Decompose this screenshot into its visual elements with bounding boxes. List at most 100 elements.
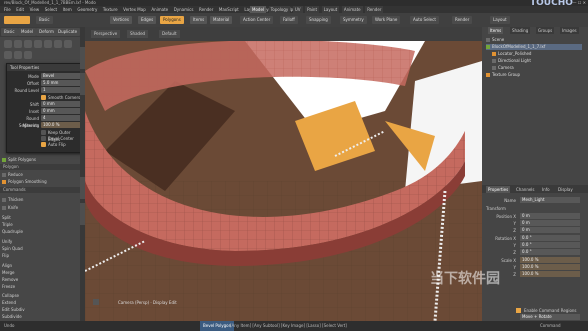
- extrude-icon[interactable]: [4, 40, 12, 48]
- symmetry-button[interactable]: Symmetry: [340, 16, 367, 24]
- menu-dynamics[interactable]: Dynamics: [174, 6, 194, 13]
- menu-view[interactable]: View: [30, 6, 40, 13]
- command-item[interactable]: Triple: [2, 221, 78, 228]
- auto-flip-checkbox[interactable]: [41, 142, 46, 147]
- list-item[interactable]: Split Polygons: [2, 156, 78, 163]
- list-item[interactable]: Reduce: [2, 171, 78, 178]
- smooth-corners-checkbox[interactable]: [41, 95, 46, 100]
- menu-edit[interactable]: Edit: [16, 6, 24, 13]
- layout-tab-render[interactable]: Render: [365, 6, 384, 13]
- layout-tab-topology[interactable]: Topology: [268, 6, 291, 13]
- snapping-button[interactable]: Snapping: [306, 16, 331, 24]
- command-item[interactable]: Freeze: [2, 283, 78, 290]
- knife-icon[interactable]: [64, 40, 72, 48]
- polygons-button[interactable]: Polygons: [160, 16, 184, 24]
- commands-section-header[interactable]: Commands: [0, 187, 80, 193]
- tree-item[interactable]: Locator_Polished: [486, 51, 588, 57]
- edges-button[interactable]: Edges: [138, 16, 157, 24]
- prop-field[interactable]: 0 m: [520, 227, 580, 233]
- command-regions-checkbox[interactable]: [516, 308, 521, 313]
- left-tab-basic[interactable]: Basic: [1, 28, 18, 36]
- status-right[interactable]: Command: [540, 321, 561, 331]
- select-mode-icon[interactable]: [4, 16, 30, 24]
- prop-field[interactable]: 100.0 %: [520, 257, 580, 263]
- list-item[interactable]: Polygon Smoothing: [2, 178, 78, 185]
- menu-render[interactable]: Render: [199, 6, 213, 13]
- prop-field[interactable]: 0.0 °: [520, 235, 580, 241]
- action-center-button[interactable]: Action Center: [240, 16, 274, 24]
- command-item[interactable]: Collapse: [2, 292, 78, 299]
- command-item[interactable]: Flip: [2, 252, 78, 259]
- tree-item[interactable]: BlockOfModelled_1_1_7.lxf: [486, 44, 582, 50]
- layout-tab-model[interactable]: Model: [250, 6, 267, 13]
- falloff-button[interactable]: Falloff: [280, 16, 298, 24]
- command-item[interactable]: Remove: [2, 276, 78, 283]
- viewport-tab-default[interactable]: Default: [159, 30, 180, 38]
- bevel-icon[interactable]: [14, 40, 22, 48]
- list-item[interactable]: Thicken: [2, 196, 78, 203]
- prop-tab-channels[interactable]: Channels: [514, 186, 537, 193]
- round-level-field[interactable]: 1: [41, 87, 81, 93]
- work-plane-button[interactable]: Work Plane: [372, 16, 401, 24]
- layout-tab-layout[interactable]: Layout: [321, 6, 340, 13]
- left-tab-duplicate[interactable]: Duplicate: [55, 28, 81, 36]
- tree-item[interactable]: Directional Light: [486, 58, 588, 64]
- command-item[interactable]: Subdivide: [2, 313, 78, 320]
- left-tab-model[interactable]: Model: [18, 28, 37, 36]
- status-left[interactable]: Undo: [4, 321, 14, 331]
- bridge-icon[interactable]: [34, 40, 42, 48]
- round-segments-field[interactable]: 4: [41, 115, 81, 121]
- slice-icon[interactable]: [24, 51, 32, 59]
- command-item[interactable]: Spin Quad: [2, 245, 78, 252]
- layout-tab-animate[interactable]: Animate: [341, 6, 363, 13]
- thicken-icon[interactable]: [54, 40, 62, 48]
- menu-animate[interactable]: Animate: [151, 6, 168, 13]
- menu-texture[interactable]: Texture: [103, 6, 118, 13]
- viewport-tab-perspective[interactable]: Perspective: [91, 30, 121, 38]
- 3d-viewport[interactable]: [85, 41, 482, 321]
- prop-tab-display[interactable]: Display: [556, 186, 575, 193]
- command-item[interactable]: Edit Subdiv: [2, 306, 78, 313]
- material-button[interactable]: Material: [210, 16, 233, 24]
- footer-mode-field[interactable]: Move + Rotate: [520, 314, 580, 320]
- list-item[interactable]: Knife: [2, 204, 78, 211]
- render-button[interactable]: Render: [452, 16, 473, 24]
- command-item[interactable]: Align: [2, 262, 78, 269]
- prop-field[interactable]: 0 m: [520, 213, 580, 219]
- loop-slice-icon[interactable]: [24, 40, 32, 48]
- command-item[interactable]: Unify: [2, 238, 78, 245]
- layout-button[interactable]: Layout: [490, 16, 510, 24]
- tree-item[interactable]: Scene: [486, 37, 582, 43]
- prop-field[interactable]: 0 m: [520, 220, 580, 226]
- command-item[interactable]: Quadruple: [2, 228, 78, 235]
- prop-field[interactable]: 0.0 °: [520, 242, 580, 248]
- mitering-field[interactable]: 100.0 %: [41, 122, 81, 128]
- name-field[interactable]: Mesh_Light: [520, 197, 580, 203]
- right-tab-shading[interactable]: Shading: [510, 27, 531, 34]
- mode-field[interactable]: Bevel: [41, 73, 81, 79]
- menu-select[interactable]: Select: [45, 6, 57, 13]
- polygon-section-header[interactable]: Polygon: [0, 164, 80, 170]
- prop-tab-info[interactable]: Info: [540, 186, 552, 193]
- prop-tab-properties[interactable]: Properties: [486, 186, 511, 193]
- inset-field[interactable]: 0 mm: [41, 108, 81, 114]
- command-item[interactable]: Merge: [2, 269, 78, 276]
- auto-select-button[interactable]: Auto Select: [410, 16, 439, 24]
- menu-geometry[interactable]: Geometry: [77, 6, 97, 13]
- prop-field[interactable]: 100.0 %: [520, 264, 580, 270]
- edge-extend-icon[interactable]: [44, 40, 52, 48]
- right-tab-groups[interactable]: Groups: [536, 27, 555, 34]
- prop-field[interactable]: 100.0 %: [520, 271, 580, 277]
- shift-field[interactable]: 0 mm: [41, 101, 81, 107]
- right-tab-items[interactable]: Items: [488, 27, 504, 34]
- tree-item[interactable]: Camera: [486, 65, 588, 71]
- right-tab-images[interactable]: Images: [560, 27, 579, 34]
- prop-field[interactable]: 0.0 °: [520, 249, 580, 255]
- menu-item[interactable]: Item: [63, 6, 72, 13]
- menu-vertex-map[interactable]: Vertex Map: [123, 6, 146, 13]
- push-icon[interactable]: [14, 51, 22, 59]
- command-item[interactable]: Split: [2, 214, 78, 221]
- viewport-tab-shaded[interactable]: Shaded: [127, 30, 149, 38]
- offset-field[interactable]: 5.0 mm: [41, 80, 81, 86]
- left-tab-deform[interactable]: Deform: [36, 28, 57, 36]
